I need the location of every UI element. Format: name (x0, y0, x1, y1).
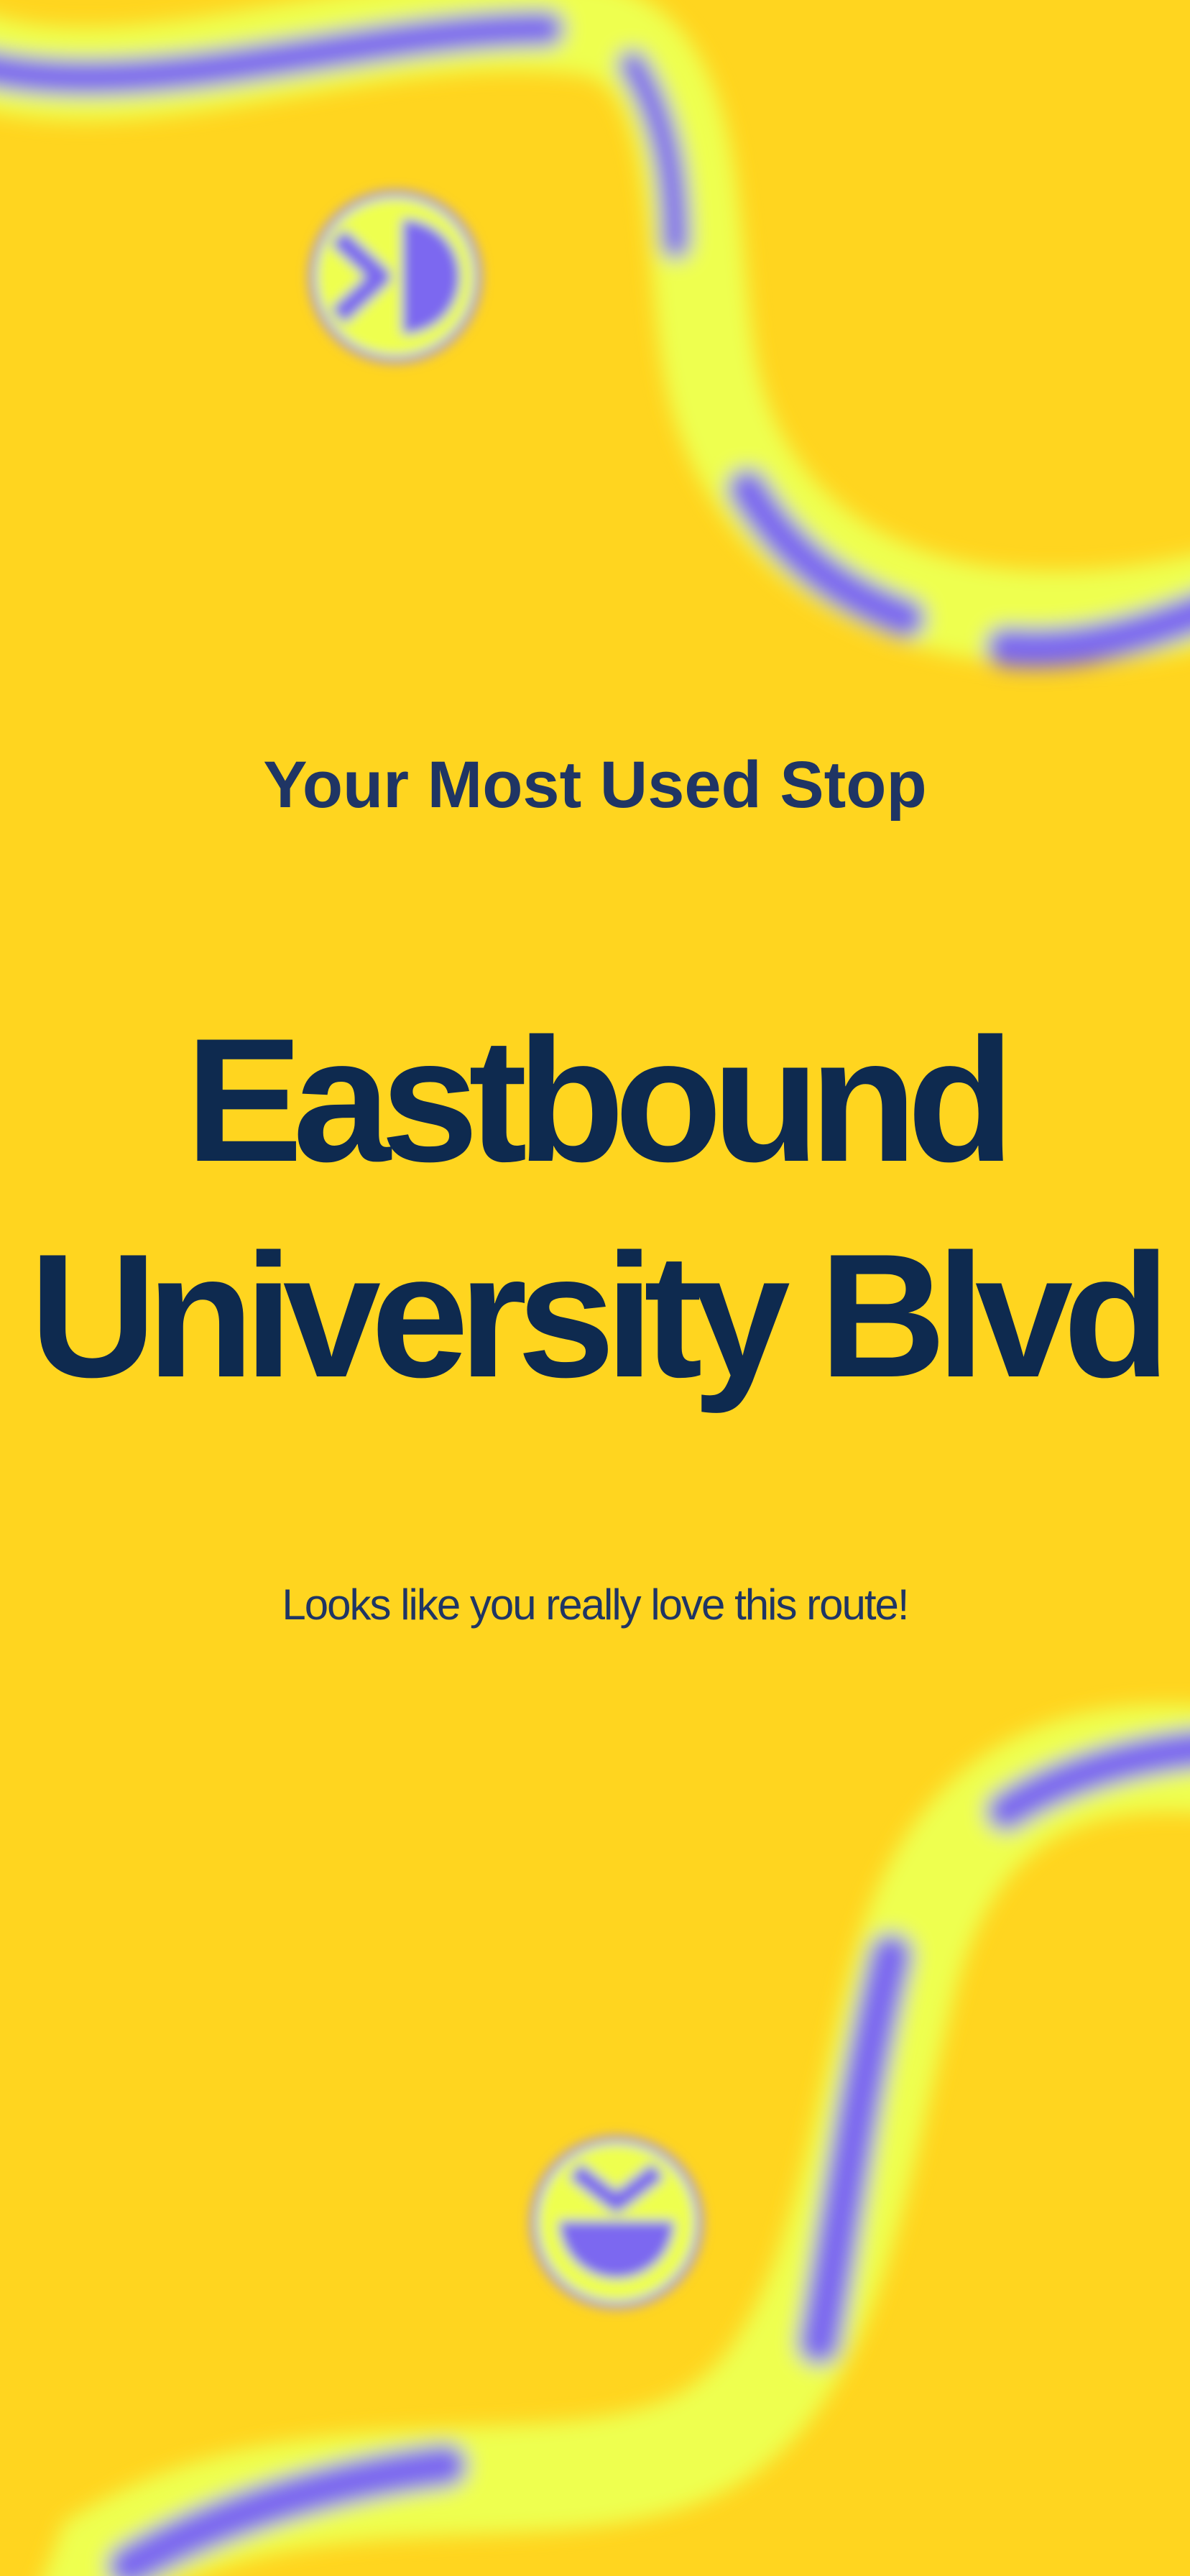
section-eyebrow: Your Most Used Stop (263, 748, 927, 822)
smiley-emblem-icon (309, 190, 481, 363)
route-message: Looks like you really love this route! (282, 1581, 909, 1629)
stop-name-line-2: University Blvd (29, 1217, 1171, 1414)
stop-name-line-1: Eastbound (185, 1001, 1015, 1198)
stop-summary-screen: Your Most Used Stop Eastbound University… (0, 0, 1190, 2576)
smiley-emblem-icon (530, 2136, 703, 2309)
top-ribbon (0, 0, 1190, 668)
stop-name-headline: Eastbound University Blvd (0, 992, 1190, 1423)
